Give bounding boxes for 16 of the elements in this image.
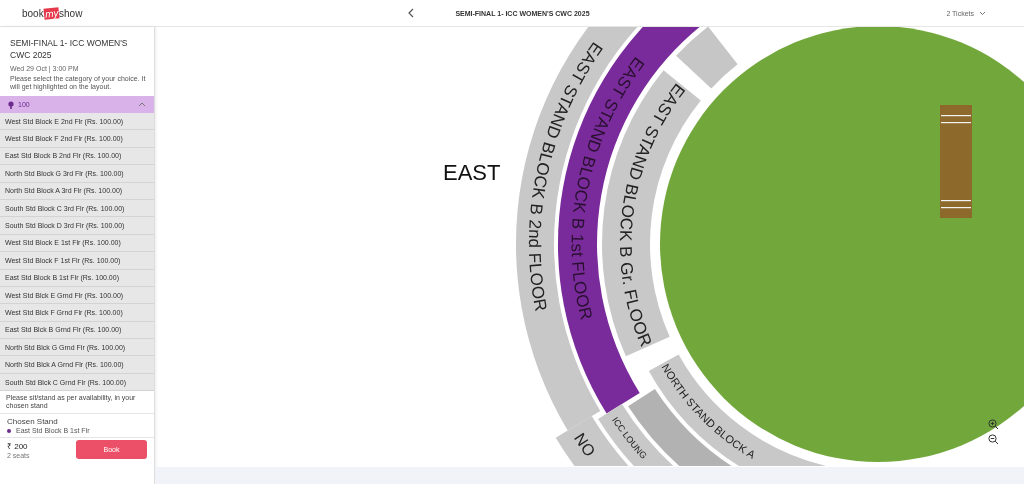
side-label: EAST xyxy=(443,160,501,185)
zoom-out-button[interactable] xyxy=(988,434,999,445)
chevron-icon xyxy=(138,102,146,107)
logo-text: show xyxy=(59,7,83,19)
logo-badge: my xyxy=(43,6,60,20)
chevron-down-icon xyxy=(979,10,986,16)
pin-icon xyxy=(8,100,14,109)
chevron-left-icon xyxy=(407,8,416,18)
zoom-out-icon xyxy=(988,434,999,445)
logo-text: book xyxy=(22,7,44,19)
zoom-in-button[interactable] xyxy=(988,419,999,430)
zoom-in-icon xyxy=(988,419,999,430)
event-title: SEMI-FINAL 1- ICC WOMEN'S CWC 2025 xyxy=(10,37,129,61)
chosen-stand-heading: Chosen Stand xyxy=(7,417,59,427)
total-price: ₹ 200 xyxy=(7,441,29,452)
logo[interactable]: book my show xyxy=(22,7,83,19)
